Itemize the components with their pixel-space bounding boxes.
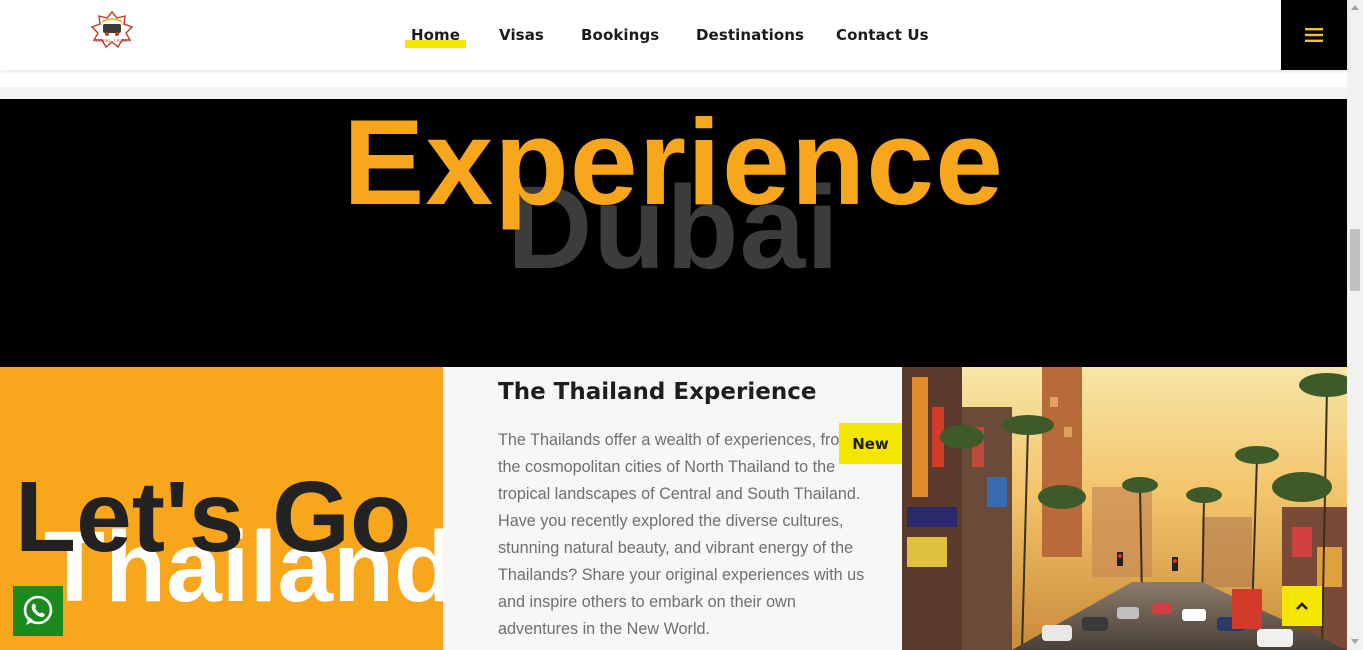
logo-icon	[90, 10, 134, 49]
nav-bookings[interactable]: Bookings	[581, 26, 659, 46]
hero-title: Experience	[342, 99, 1005, 230]
card-description: The Thailands offer a wealth of experien…	[498, 431, 865, 638]
destination-photo	[902, 367, 1347, 650]
whatsapp-button[interactable]	[13, 586, 63, 636]
back-to-top-button[interactable]	[1282, 586, 1322, 626]
site-header: TRAVEL TICKET Home Visas Bookings Destin…	[0, 0, 1347, 70]
promo-panel: Thailand Let's Go	[0, 367, 443, 650]
chevron-up-icon	[1296, 602, 1308, 610]
hero-banner: Dubai Experience	[0, 99, 1347, 367]
nav-home[interactable]: Home	[404, 26, 467, 48]
whatsapp-icon	[23, 595, 53, 625]
nav-visas[interactable]: Visas	[499, 26, 544, 46]
nav-contact-us[interactable]: Contact Us	[836, 26, 929, 46]
hamburger-icon	[1305, 28, 1323, 42]
nav-destinations[interactable]: Destinations	[696, 26, 804, 46]
scroll-down-arrow[interactable]	[1351, 639, 1359, 644]
menu-toggle-button[interactable]	[1281, 0, 1347, 70]
experience-card: The Thailand Experience The Thailands of…	[443, 367, 902, 650]
promo-headline: Let's Go	[15, 461, 412, 573]
scroll-thumb[interactable]	[1350, 229, 1360, 291]
new-badge: New	[839, 423, 902, 464]
scroll-up-arrow[interactable]	[1351, 5, 1359, 10]
logo-text: TRAVEL TICKET	[92, 39, 132, 44]
card-title: The Thailand Experience	[498, 379, 817, 405]
page-scrollbar[interactable]	[1347, 0, 1363, 650]
site-logo[interactable]: TRAVEL TICKET	[88, 10, 136, 50]
header-spacer	[0, 70, 1347, 99]
city-street-image	[902, 367, 1347, 650]
